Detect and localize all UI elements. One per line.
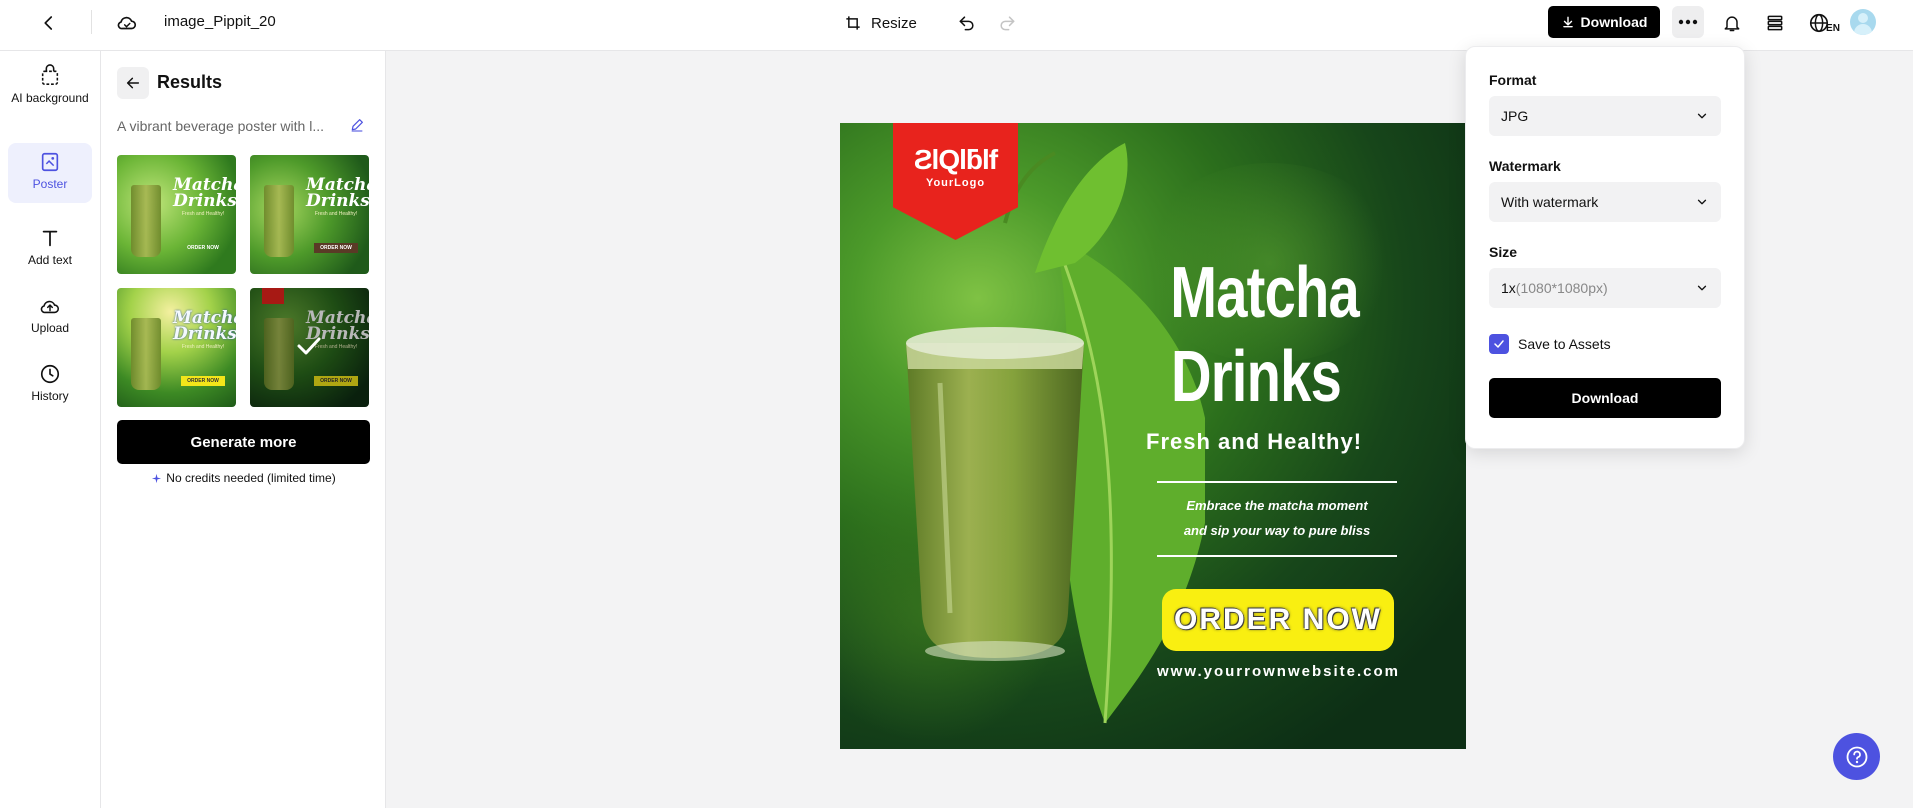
results-panel: Results A vibrant beverage poster with l… [101,51,386,808]
panel-title: Results [157,72,223,92]
result-thumbnail-3[interactable]: Matcha Drinks Fresh and Healthy! ORDER N… [117,288,236,407]
more-options-icon[interactable] [1672,6,1704,38]
thumbnail-button: ORDER NOW [187,245,219,251]
text-icon [42,230,58,247]
generate-more-button[interactable]: Generate more [117,420,370,464]
glass-image [264,185,294,257]
poster-website[interactable]: www.yourrownwebsite.com [1157,663,1398,680]
resize-icon [846,16,860,30]
top-bar: image_Pippit_20 Resize Download EN [0,0,1913,51]
size-select[interactable]: 1x(1080*1080px) [1489,268,1721,308]
checkmark-icon [297,337,321,355]
download-icon [1562,16,1573,28]
watermark-label: Watermark [1489,158,1561,174]
glass-image [131,185,161,257]
logo-text: ƧlQlƃlf [913,144,998,175]
checkbox-checked-icon [1489,334,1509,354]
sidebar-item-label: Add text [27,253,73,267]
watermark-value: With watermark [1501,194,1599,210]
sidebar-item-history[interactable]: History [8,363,92,413]
redo-icon[interactable] [992,8,1022,38]
resize-label: Resize [871,14,917,32]
result-thumbnail-2[interactable]: Matcha Drinks Fresh and Healthy! ORDER N… [250,155,369,274]
download-label: Download [1580,14,1648,30]
format-select[interactable]: JPG [1489,96,1721,136]
thumbnail-subtitle: Fresh and Healthy! [181,344,225,350]
left-sidebar: AI background Poster Add text Upload His… [0,51,101,808]
upload-icon [40,300,60,314]
sidebar-item-upload[interactable]: Upload [8,295,92,345]
undo-icon[interactable] [952,8,982,38]
chevron-down-icon [1697,285,1707,291]
file-name[interactable]: image_Pippit_20 [164,13,276,30]
size-value: 1x [1501,280,1516,296]
download-button[interactable]: Download [1548,6,1660,38]
sidebar-item-label: Poster [32,177,68,191]
matcha-glass-image [906,327,1084,661]
size-detail: (1080*1080px) [1515,280,1608,296]
poster-icon [41,152,59,172]
ai-background-icon [41,64,59,85]
back-icon[interactable] [34,8,64,38]
history-icon [40,364,60,384]
sidebar-item-add-text[interactable]: Add text [8,227,92,277]
sidebar-item-poster[interactable]: Poster [8,143,92,203]
cloud-sync-icon[interactable] [112,8,142,38]
poster-title-line2[interactable]: Drinks [1170,337,1342,417]
thumbnail-button: ORDER NOW [181,376,225,386]
poster-description-line2: and sip your way to pure bliss [1183,523,1371,538]
sparkle-icon [152,473,162,483]
format-value: JPG [1501,108,1529,124]
thumbnail-title: Matcha Drinks [173,308,236,344]
divider [1157,481,1397,483]
save-to-assets-label: Save to Assets [1518,336,1611,352]
chevron-down-icon [1697,199,1707,205]
save-to-assets-checkbox[interactable]: Save to Assets [1489,334,1611,354]
result-thumbnail-1[interactable]: Matcha Drinks Fresh and Healthy! ORDER N… [117,155,236,274]
thumbnail-title: Matcha Drinks [306,175,369,211]
format-label: Format [1489,72,1537,88]
thumbnail-subtitle: Fresh and Healthy! [181,211,225,217]
help-icon [1846,746,1867,767]
poster-canvas[interactable]: ƧlQlƃlf YourLogo Matcha Drinks Fresh and… [840,123,1466,749]
layers-icon[interactable] [1760,8,1790,38]
sidebar-item-ai-background[interactable]: AI background [8,63,92,125]
notification-bell-icon[interactable] [1717,8,1747,38]
poster-description-line1: Embrace the matcha moment [1186,498,1368,513]
credits-note: No credits needed (limited time) [117,471,370,485]
divider [91,10,92,34]
thumbnail-title: Matcha Drinks [173,175,236,211]
resize-button[interactable]: Resize [843,8,917,38]
sidebar-item-label: AI background [11,91,89,105]
glass-image [131,318,161,390]
poster-description[interactable]: Embrace the matcha moment and sip your w… [1157,493,1397,543]
help-button[interactable] [1833,733,1880,780]
arrow-left-icon [126,77,140,89]
thumbnail-button: ORDER NOW [314,243,358,253]
poster-tagline[interactable]: Fresh and Healthy! [1146,429,1366,455]
logo-subtext: YourLogo [925,177,986,189]
avatar[interactable] [1850,9,1876,35]
language-icon[interactable]: EN [1806,8,1842,38]
poster-order-button[interactable]: ORDER NOW [1162,589,1394,651]
divider [1157,555,1397,557]
download-menu: Format JPG Watermark With watermark Size… [1465,46,1745,449]
edit-icon[interactable] [349,117,367,135]
prompt-text: A vibrant beverage poster with l... [117,118,324,134]
sidebar-item-label: Upload [30,321,70,335]
sidebar-item-label: History [31,389,69,403]
download-confirm-button[interactable]: Download [1489,378,1721,418]
chevron-down-icon [1697,113,1707,119]
size-label: Size [1489,244,1518,260]
credits-text: No credits needed (limited time) [166,471,336,485]
thumbnail-subtitle: Fresh and Healthy! [314,211,358,217]
panel-back-button[interactable] [117,67,149,99]
result-thumbnail-4-selected[interactable]: Matcha Drinks Fresh and Healthy! ORDER N… [250,288,369,407]
language-label: EN [1826,22,1840,34]
watermark-select[interactable]: With watermark [1489,182,1721,222]
poster-title-line1[interactable]: Matcha [1170,253,1360,333]
